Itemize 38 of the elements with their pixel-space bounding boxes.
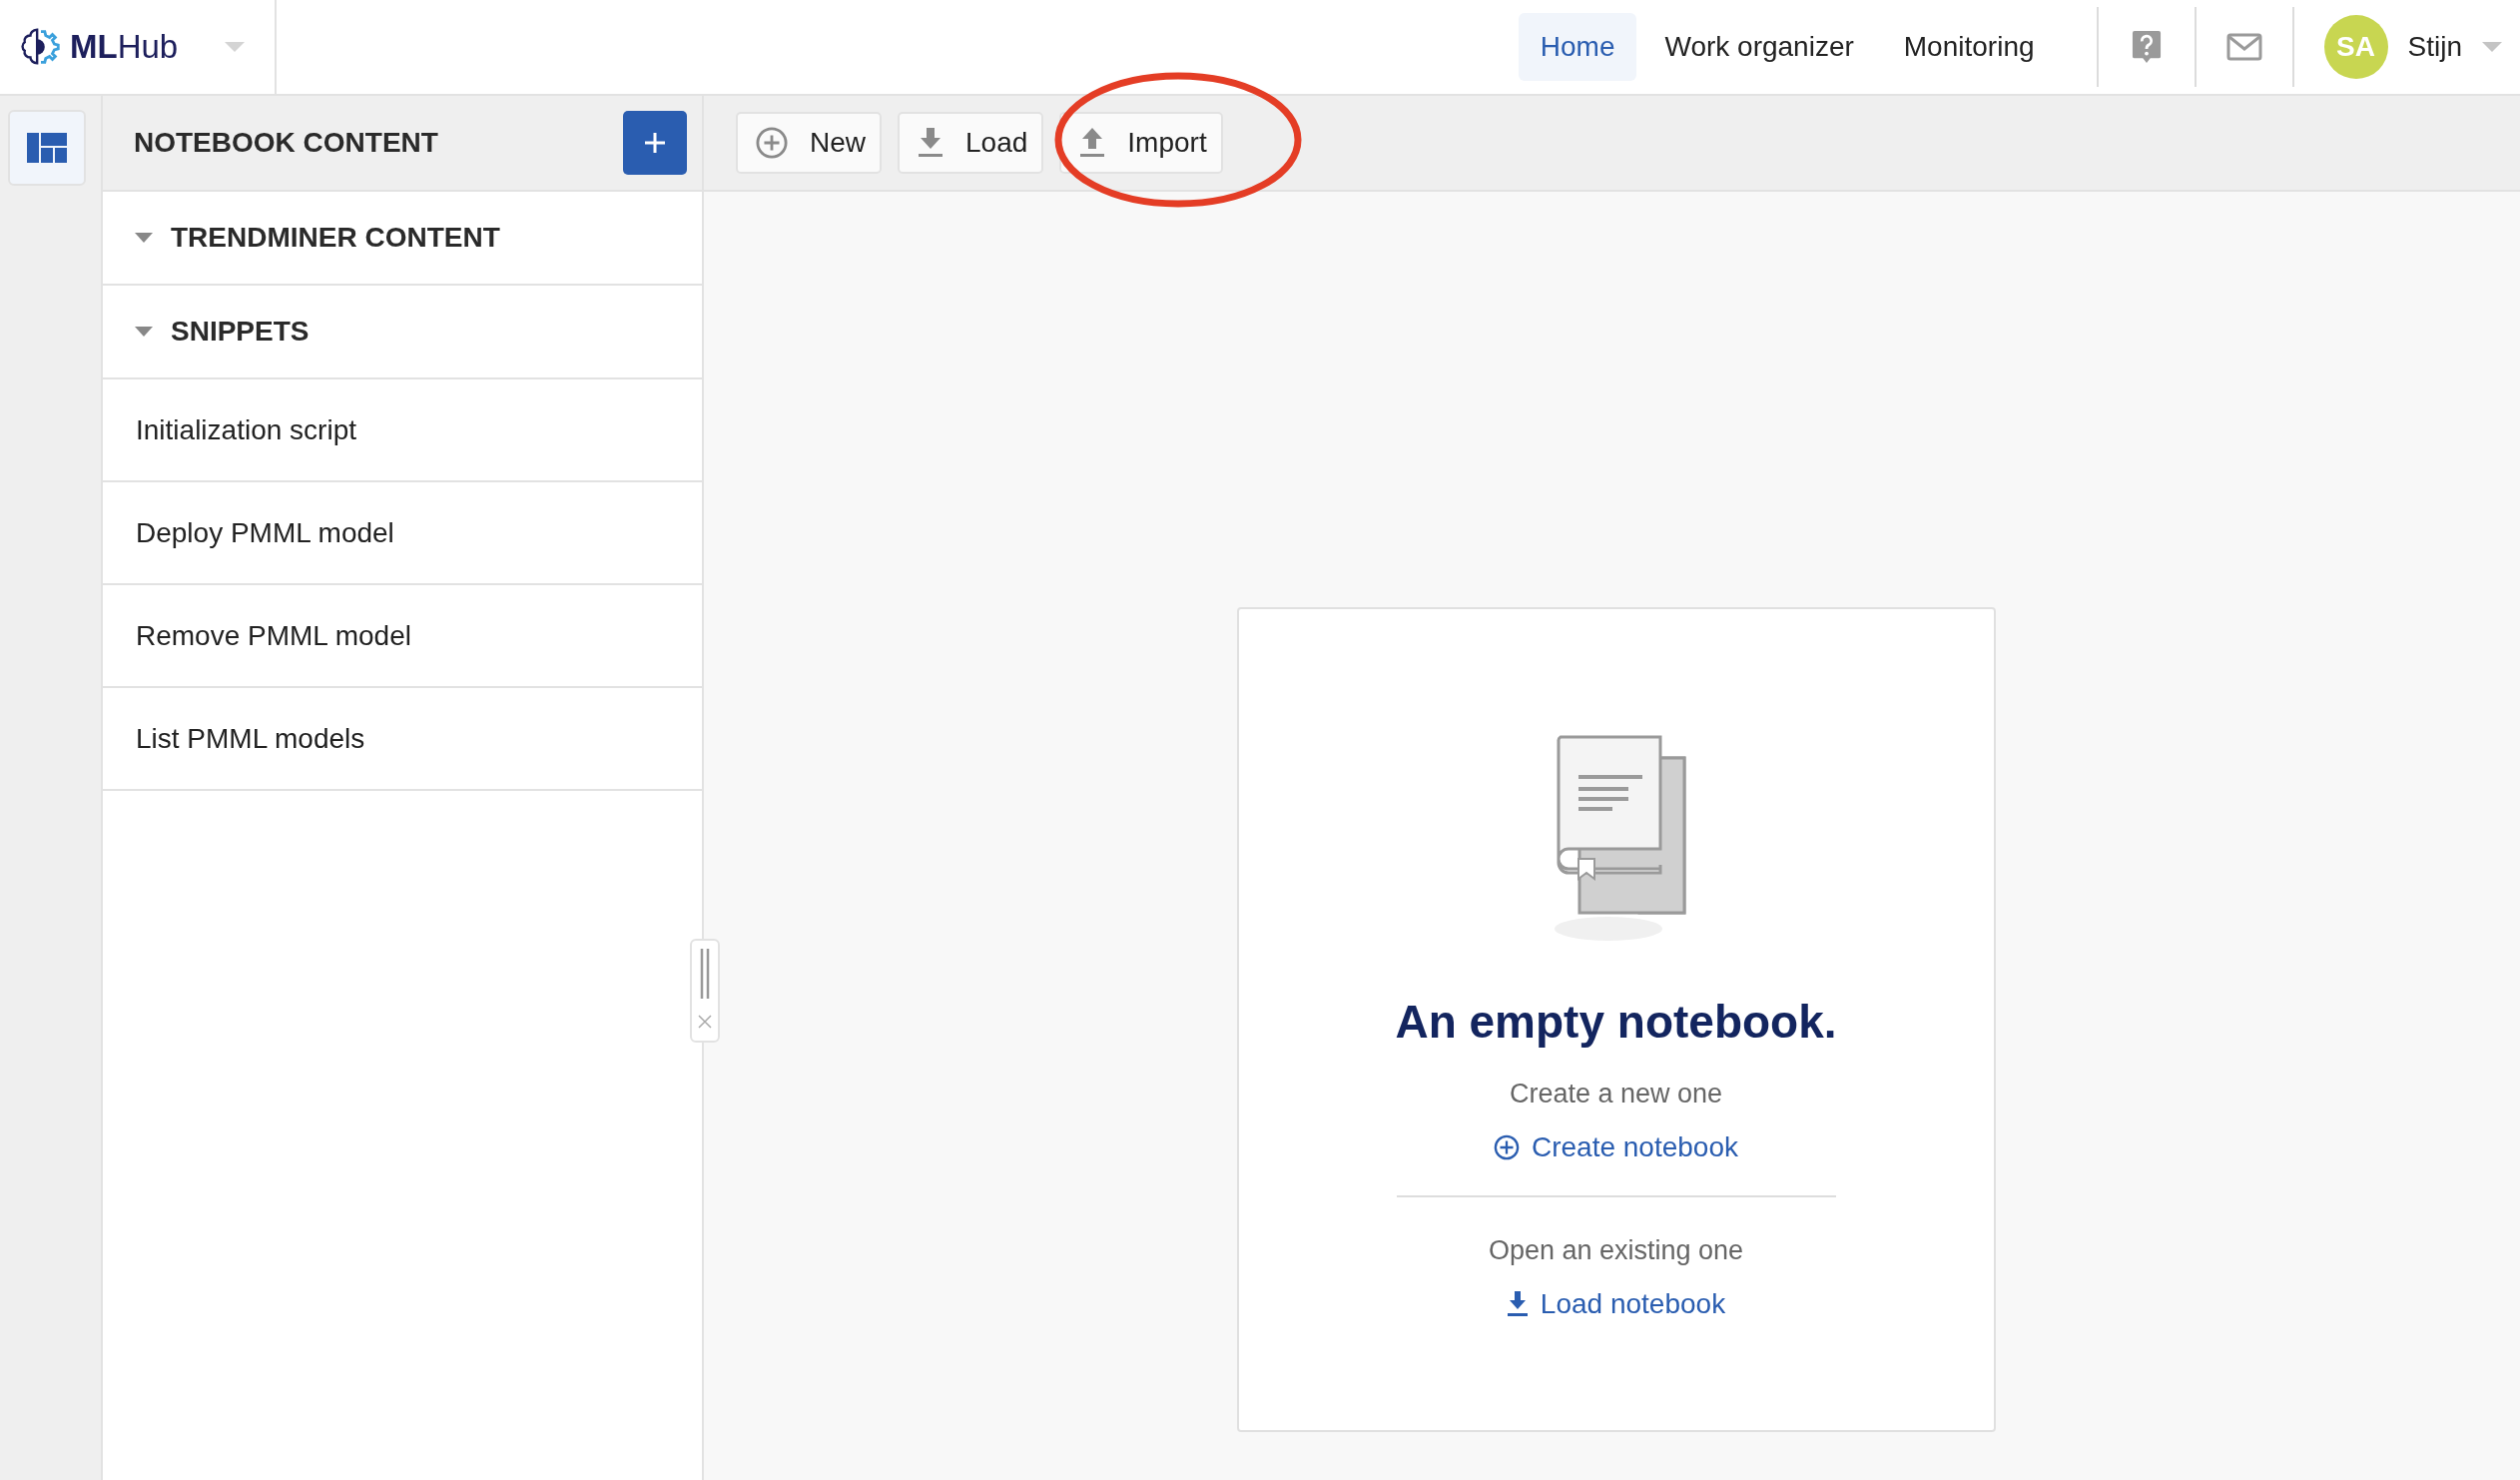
- section-header[interactable]: TRENDMINER CONTENT: [103, 192, 702, 286]
- nav-tab[interactable]: Monitoring: [1881, 13, 2057, 81]
- nav-tab[interactable]: Work organizer: [1642, 13, 1876, 81]
- plus-icon: [643, 131, 667, 155]
- layout-toggle-button[interactable]: [8, 110, 86, 186]
- splitter-handle[interactable]: [690, 939, 720, 1043]
- toolbar-button[interactable]: Import: [1059, 112, 1223, 174]
- load-notebook-link[interactable]: Load notebook: [1506, 1288, 1726, 1320]
- toolbar-button[interactable]: Load: [898, 112, 1044, 174]
- add-button[interactable]: [623, 111, 687, 175]
- create-hint: Create a new one: [1509, 1079, 1723, 1110]
- layout-icon: [27, 133, 67, 163]
- snippet-item[interactable]: Initialization script: [103, 379, 702, 482]
- mail-icon[interactable]: [2225, 33, 2262, 61]
- panel-title: NOTEBOOK CONTENT: [134, 127, 438, 159]
- user-name[interactable]: Stijn: [2407, 31, 2462, 63]
- upload-icon: [1079, 128, 1106, 158]
- download-icon: [1506, 1291, 1529, 1317]
- section-title: SNIPPETS: [171, 316, 310, 348]
- plus-circle-icon: [756, 127, 788, 159]
- dropdown-caret-icon[interactable]: [225, 42, 245, 52]
- app-logo-text: MLHub: [70, 28, 179, 66]
- create-notebook-link[interactable]: Create notebook: [1493, 1131, 1738, 1163]
- nav-tab[interactable]: Home: [1518, 13, 1637, 81]
- plus-circle-icon: [1493, 1134, 1520, 1160]
- close-icon[interactable]: [698, 1015, 712, 1029]
- snippet-item[interactable]: List PMML models: [103, 688, 702, 791]
- section-title: TRENDMINER CONTENT: [171, 222, 500, 254]
- dropdown-caret-icon[interactable]: [2482, 42, 2502, 52]
- toolbar-button[interactable]: New: [736, 112, 882, 174]
- download-icon: [918, 128, 944, 158]
- empty-state-title: An empty notebook.: [1395, 995, 1837, 1049]
- help-icon[interactable]: [2131, 30, 2162, 64]
- snippet-item[interactable]: Deploy PMML model: [103, 482, 702, 585]
- open-hint: Open an existing one: [1488, 1235, 1744, 1266]
- grip-icon: [700, 949, 710, 999]
- snippet-item[interactable]: Remove PMML model: [103, 585, 702, 688]
- section-header[interactable]: SNIPPETS: [103, 286, 702, 379]
